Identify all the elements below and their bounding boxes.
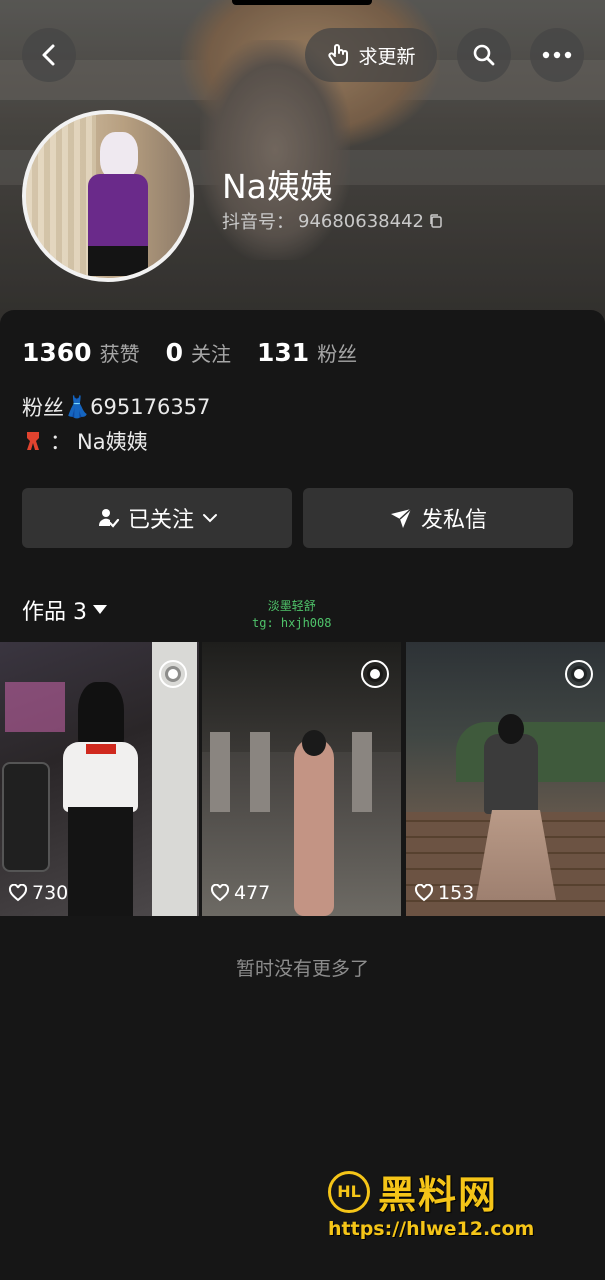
no-more-text: 暂时没有更多了 xyxy=(235,958,369,980)
chevron-left-icon xyxy=(39,43,59,67)
works-title: 作品 3 xyxy=(22,600,87,625)
bio-fans-text: 粉丝 xyxy=(22,396,64,420)
video-tile-3[interactable]: 153 xyxy=(406,642,605,916)
works-grid: 730 477 153 xyxy=(0,642,605,916)
request-update-label: 求更新 xyxy=(358,45,416,68)
stat-followers-label: 粉丝 xyxy=(317,342,358,366)
brand-logo-icon: HL xyxy=(328,1170,370,1213)
brand-name: 黑料网 xyxy=(378,1173,499,1217)
bio-fans-number: 695176357 xyxy=(90,395,211,419)
stat-likes-count: 1360 xyxy=(22,338,92,367)
more-button[interactable] xyxy=(530,28,584,82)
like-count-value: 730 xyxy=(32,882,69,904)
send-message-button[interactable]: 发私信 xyxy=(303,488,573,548)
stat-following[interactable]: 0 关注 xyxy=(166,338,231,367)
watermark-line-1: 淡墨轻舒 xyxy=(267,599,316,613)
stat-likes[interactable]: 1360 获赞 xyxy=(22,338,140,367)
copy-icon[interactable] xyxy=(428,213,444,229)
live-photo-icon xyxy=(159,660,187,688)
like-count-value: 153 xyxy=(438,882,475,904)
watermark-text: 淡墨轻舒 tg: hxjh008 xyxy=(252,598,331,632)
stat-followers[interactable]: 131 粉丝 xyxy=(257,338,357,367)
scarf-icon xyxy=(22,429,44,453)
heart-icon xyxy=(414,884,434,902)
brand-url: https://hlwe12.com xyxy=(328,1218,535,1240)
live-photo-icon xyxy=(565,660,593,688)
stat-likes-label: 获赞 xyxy=(99,342,140,366)
bio-line-2: ： Na姨姨 xyxy=(22,426,148,456)
stats-row: 1360 获赞 0 关注 131 粉丝 xyxy=(22,338,383,367)
heart-icon xyxy=(210,884,230,902)
followed-button[interactable]: 已关注 xyxy=(22,488,292,548)
chevron-down-icon xyxy=(202,512,218,524)
like-count: 730 xyxy=(8,882,68,904)
bio-line-2-text: Na姨姨 xyxy=(77,430,148,454)
search-icon xyxy=(471,42,497,68)
video-tile-2[interactable]: 477 xyxy=(202,642,401,916)
caret-down-icon xyxy=(93,605,107,615)
heart-icon xyxy=(8,884,28,902)
stat-following-count: 0 xyxy=(165,338,183,367)
request-update-button[interactable]: 求更新 xyxy=(305,28,437,82)
douyin-id-value: 94680638442 xyxy=(298,210,424,232)
user-check-icon xyxy=(96,506,120,530)
watermark-line-2: tg: hxjh008 xyxy=(252,616,332,630)
profile-name: Na姨姨 xyxy=(222,167,333,206)
video-tile-1[interactable]: 730 xyxy=(0,642,199,916)
dress-emoji: 👗 xyxy=(64,394,91,419)
back-button[interactable] xyxy=(22,28,76,82)
bio-line-2-prefix: ： xyxy=(50,430,71,454)
like-count-value: 477 xyxy=(234,882,271,904)
send-icon xyxy=(389,506,413,530)
like-count: 153 xyxy=(414,882,474,904)
more-dots-icon xyxy=(542,51,572,59)
avatar[interactable] xyxy=(22,110,194,282)
live-photo-icon xyxy=(361,660,389,688)
like-count: 477 xyxy=(210,882,270,904)
send-message-label: 发私信 xyxy=(420,508,487,533)
douyin-id: 抖音号： 94680638442 xyxy=(222,208,444,234)
search-button[interactable] xyxy=(457,28,511,82)
bio-line-1: 粉丝 👗 695176357 xyxy=(22,392,210,422)
hand-pointer-icon xyxy=(326,42,352,68)
stat-following-label: 关注 xyxy=(191,342,231,366)
followed-label: 已关注 xyxy=(127,508,194,533)
notch xyxy=(232,0,372,5)
stat-followers-count: 131 xyxy=(257,338,310,367)
douyin-id-label: 抖音号： xyxy=(222,212,294,233)
works-tab[interactable]: 作品 3 xyxy=(22,594,107,626)
brand-watermark: HL 黑料网 xyxy=(328,1164,498,1219)
